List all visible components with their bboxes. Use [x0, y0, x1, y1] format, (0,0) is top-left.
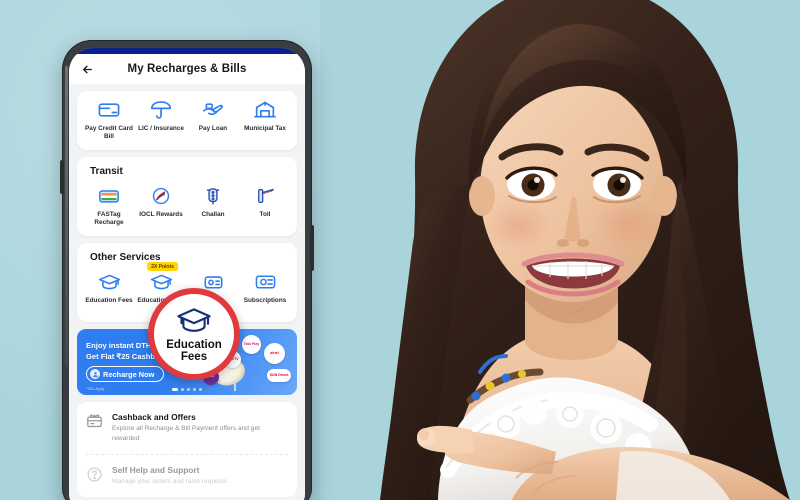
promo-fine-print: *T&C Apply: [86, 387, 105, 391]
traffic-signal-icon: [200, 185, 226, 207]
tile-label: LIC / Insurance: [138, 125, 184, 132]
help-support-icon: [86, 466, 103, 483]
tile-pay-loan[interactable]: Pay Loan: [187, 99, 239, 133]
banner-pagination-dots[interactable]: [172, 388, 202, 391]
iocl-fuel-icon: [148, 185, 174, 207]
recharge-now-button[interactable]: Recharge Now: [86, 366, 165, 382]
recharge-now-label: Recharge Now: [103, 369, 155, 379]
section-title-other-services: Other Services: [90, 252, 161, 263]
magnifier-label-line-1: Education: [166, 338, 222, 351]
section-title-transit: Transit: [90, 166, 123, 177]
magnifier-label-line-2: Fees: [180, 351, 208, 363]
tile-label: Pay Loan: [198, 125, 228, 132]
tile-fastag-recharge[interactable]: FASTag Recharge: [83, 185, 135, 227]
magnifier-label: Education Fees: [166, 339, 222, 364]
list-item-title: Cashback and Offers: [112, 412, 196, 422]
girl-photo: [320, 0, 800, 500]
brand-chip-airtel: airtel: [264, 343, 285, 364]
bills-tiles-card: Pay Credit Card Bill LIC / Insurance Pay…: [77, 91, 297, 150]
tile-label: Municipal Tax: [244, 125, 286, 132]
tile-label: Pay Credit Card Bill: [85, 125, 133, 140]
brand-chip-sun-direct: SUN Direct: [267, 369, 291, 382]
list-item[interactable]: Self Help and Support Manage your orders…: [86, 455, 288, 497]
cashback-offers-icon: [86, 413, 103, 430]
phone-mockup: My Recharges & Bills Pay Credit Card Bil…: [60, 40, 314, 500]
credit-card-icon: [96, 99, 122, 121]
screenshot-stage: My Recharges & Bills Pay Credit Card Bil…: [0, 0, 800, 500]
magnifier-callout: Education Fees: [148, 288, 240, 380]
toll-barrier-icon: [252, 185, 278, 207]
graduation-cap-icon: [148, 271, 174, 293]
tile-iocl-rewards[interactable]: IOCL Rewards: [135, 185, 187, 219]
tile-challan[interactable]: Challan: [187, 185, 239, 219]
tile-label: Toll: [259, 211, 271, 218]
help-list-card: Cashback and Offers Explore all Recharge…: [77, 402, 297, 497]
umbrella-insurance-icon: [148, 99, 174, 121]
tile-label: FASTag Recharge: [94, 211, 124, 226]
list-item-title: Self Help and Support: [112, 464, 200, 475]
tile-education-fees[interactable]: Education Fees: [83, 271, 135, 305]
app-bar: My Recharges & Bills: [69, 54, 305, 84]
list-item-subtitle: Manage your orders and raise requests: [112, 477, 228, 485]
tile-municipal-tax[interactable]: Municipal Tax: [239, 99, 291, 133]
phone-screen: My Recharges & Bills Pay Credit Card Bil…: [69, 48, 305, 500]
tile-subscriptions[interactable]: Subscriptions: [239, 271, 291, 305]
tile-label: Challan: [201, 211, 225, 218]
hand-money-icon: [200, 99, 226, 121]
transit-card: Transit FASTag Recharge IOCL Rewards Cha…: [77, 157, 297, 236]
tile-label: Subscriptions: [243, 297, 287, 304]
subscription-icon: [252, 271, 278, 293]
list-item-subtitle: Explore all Recharge & Bill Payment offe…: [112, 425, 260, 442]
tile-toll[interactable]: Toll: [239, 185, 291, 219]
graduation-cap-icon: [96, 271, 122, 293]
phone-volume-button[interactable]: [60, 160, 64, 194]
municipal-building-icon: [252, 99, 278, 121]
user-avatar-icon: [90, 369, 100, 379]
brand-chip-tata-play: Tata Play: [242, 335, 261, 354]
phone-edge-highlight: [65, 66, 68, 366]
badge-2x-points: 2X Points: [147, 262, 178, 271]
fastag-card-icon: [96, 185, 122, 207]
back-arrow-icon[interactable]: [79, 61, 95, 77]
tile-label: IOCL Rewards: [139, 211, 183, 218]
graduation-cap-icon: [174, 305, 214, 335]
tile-lic-insurance[interactable]: LIC / Insurance: [135, 99, 187, 133]
tile-label: Education Fees: [85, 297, 133, 304]
list-item[interactable]: Cashback and Offers Explore all Recharge…: [86, 402, 288, 455]
phone-power-button[interactable]: [310, 225, 314, 271]
page-title: My Recharges & Bills: [127, 63, 247, 75]
tile-pay-credit-card-bill[interactable]: Pay Credit Card Bill: [83, 99, 135, 141]
